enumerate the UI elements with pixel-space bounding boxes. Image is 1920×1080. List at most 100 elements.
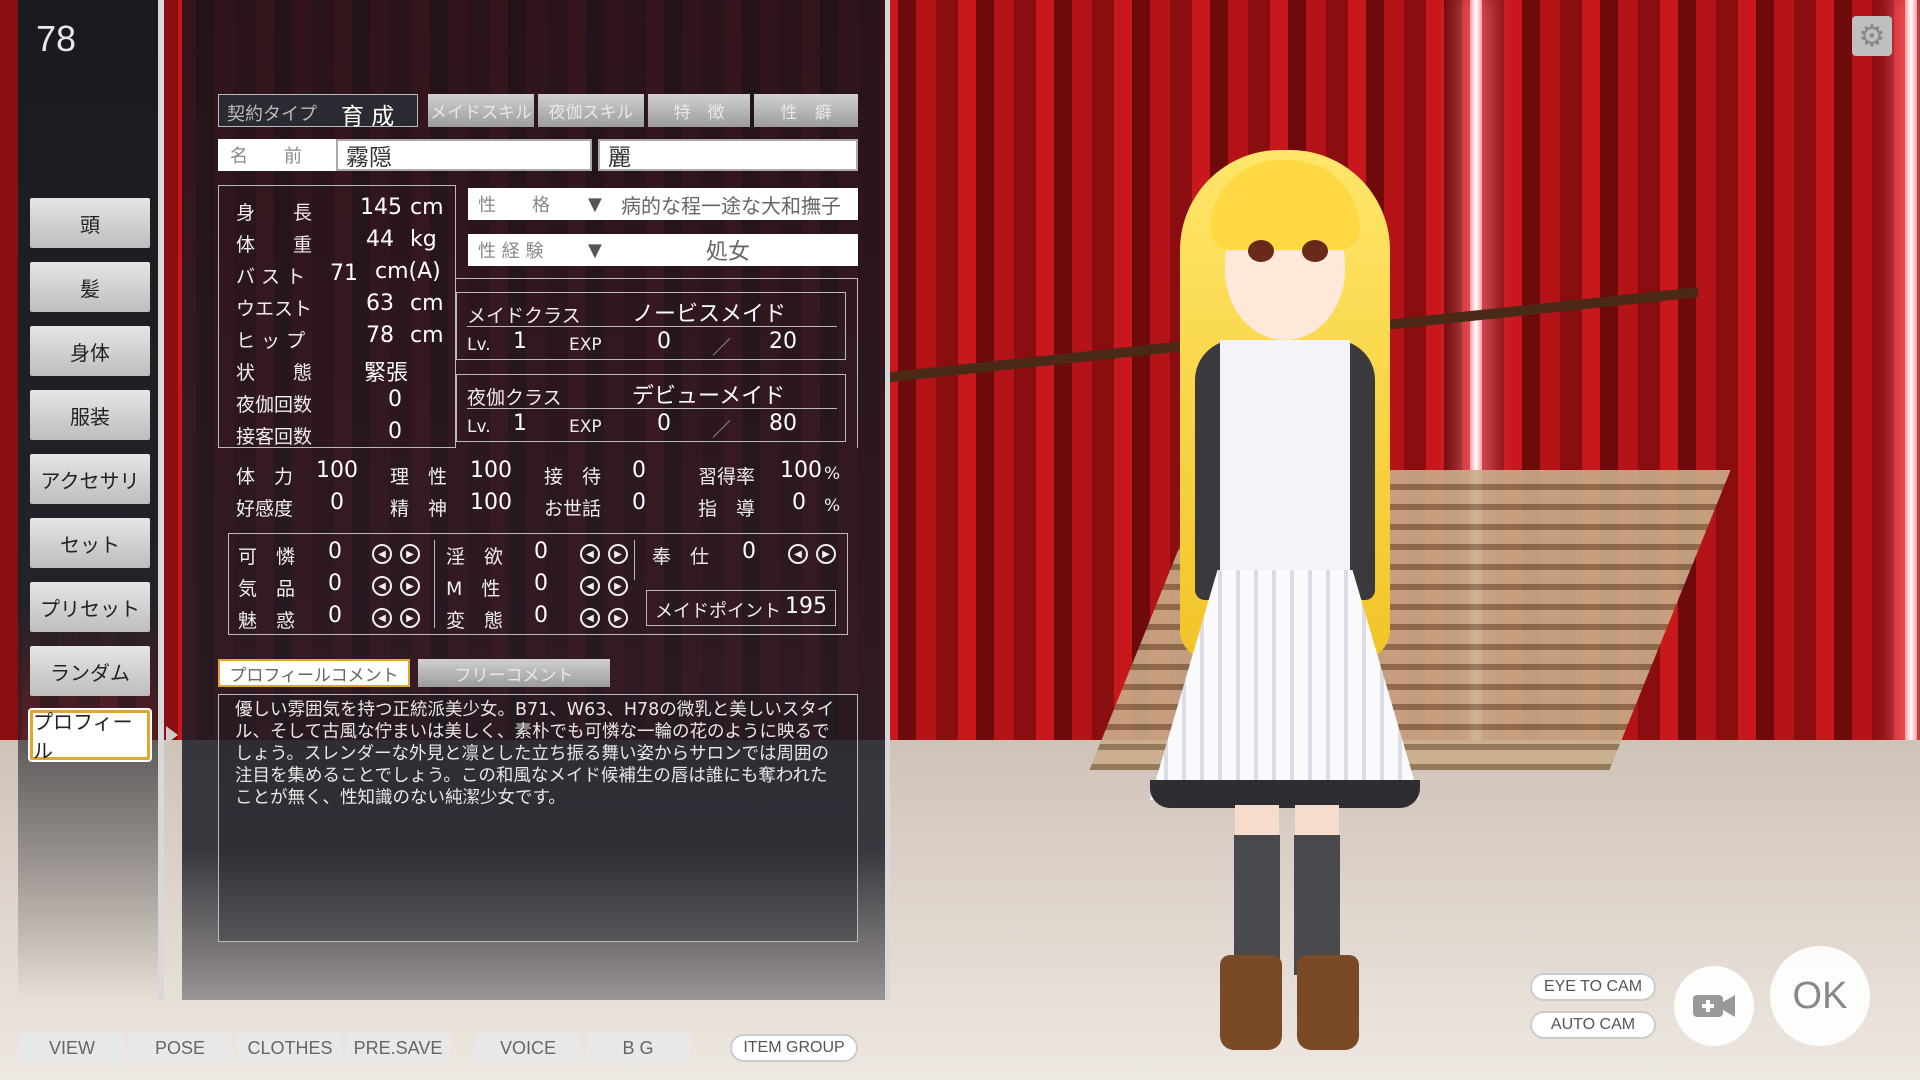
- trait-label: 奉 仕: [652, 546, 710, 568]
- increase-icon[interactable]: ▶: [400, 576, 420, 596]
- name-label: 名 前: [218, 139, 338, 171]
- trait-label: M 性: [446, 578, 501, 600]
- stat-label: 体 重: [236, 234, 313, 256]
- trait-value: 0: [328, 539, 342, 564]
- trait-label: 可 憐: [238, 546, 296, 568]
- light-beam: [1905, 0, 1917, 760]
- tab-night-skill[interactable]: 夜伽スキル: [538, 94, 644, 127]
- tab-fetish[interactable]: 性 癖: [754, 94, 858, 127]
- param-label: 指 導: [698, 498, 756, 520]
- maid-point-value: 195: [785, 594, 827, 619]
- stat-value: 78: [366, 323, 394, 348]
- trait-value: 0: [328, 571, 342, 596]
- personality-label: 性 格: [478, 195, 550, 216]
- stat-unit: cm: [410, 323, 444, 348]
- decrease-icon[interactable]: ◀: [580, 608, 600, 628]
- param-value: 0: [632, 490, 646, 515]
- stat-label: 夜伽回数: [236, 394, 313, 416]
- stat-value: 71: [330, 261, 358, 286]
- param-label: 習得率: [698, 466, 756, 488]
- trait-label: 気 品: [238, 578, 296, 600]
- stat-value: 44: [366, 227, 394, 252]
- tab-maid-skill[interactable]: メイドスキル: [428, 94, 534, 127]
- bg-button[interactable]: B G: [586, 1032, 690, 1064]
- param-value: 0: [330, 490, 344, 515]
- decrease-icon[interactable]: ◀: [372, 544, 392, 564]
- trait-label: 魅 惑: [238, 610, 296, 632]
- clothes-button[interactable]: CLOTHES: [238, 1032, 342, 1064]
- stat-value: 緊張: [364, 361, 409, 386]
- param-label: 好感度: [236, 498, 294, 520]
- personality-dropdown[interactable]: 性 格 ▼ 病的な程一途な大和撫子: [468, 188, 858, 220]
- exp-max: 80: [769, 411, 797, 436]
- maid-class-label: メイドクラス: [467, 305, 581, 327]
- decrease-icon[interactable]: ◀: [580, 576, 600, 596]
- param-unit: %: [824, 464, 841, 484]
- lv-value: 1: [513, 411, 527, 436]
- param-label: 接 待: [544, 466, 602, 488]
- decrease-icon[interactable]: ◀: [580, 544, 600, 564]
- param-value: 100: [470, 458, 512, 483]
- experience-dropdown[interactable]: 性 経 験 ▼ 処女: [468, 234, 858, 266]
- voice-button[interactable]: VOICE: [476, 1032, 580, 1064]
- param-label: 体 力: [236, 466, 294, 488]
- param-value: 100: [780, 458, 822, 483]
- divider: [434, 540, 435, 628]
- stat-value: 63: [366, 291, 394, 316]
- pre-save-button[interactable]: PRE.SAVE: [346, 1032, 450, 1064]
- increase-icon[interactable]: ▶: [400, 544, 420, 564]
- nav-accessory-button[interactable]: アクセサリ: [30, 454, 150, 504]
- decrease-icon[interactable]: ◀: [788, 544, 808, 564]
- exp-value: 0: [657, 329, 671, 354]
- increase-icon[interactable]: ▶: [816, 544, 836, 564]
- tab-traits[interactable]: 特 徴: [648, 94, 750, 127]
- eye-to-cam-button[interactable]: EYE TO CAM: [1530, 973, 1656, 1001]
- nav-set-button[interactable]: セット: [30, 518, 150, 568]
- panel-edge: [885, 0, 890, 1000]
- param-unit: %: [824, 496, 841, 516]
- param-value: 100: [316, 458, 358, 483]
- trait-value: 0: [534, 603, 548, 628]
- contract-type-box: 契約タイプ 育 成: [218, 94, 418, 130]
- trait-value: 0: [534, 571, 548, 596]
- last-name-field[interactable]: 霧隠: [336, 139, 592, 171]
- chevron-down-icon: ▼: [588, 239, 602, 261]
- increase-icon[interactable]: ▶: [608, 576, 628, 596]
- maid-class-value: ノービスメイド: [632, 302, 787, 327]
- nav-profile-button[interactable]: プロフィール: [30, 710, 150, 763]
- gear-icon[interactable]: ⚙: [1852, 16, 1892, 56]
- divider: [634, 540, 635, 580]
- tab-free-comment[interactable]: フリーコメント: [418, 659, 610, 687]
- increase-icon[interactable]: ▶: [608, 608, 628, 628]
- nav-random-button[interactable]: ランダム: [30, 646, 150, 696]
- first-name-field[interactable]: 麗: [598, 139, 858, 171]
- nav-hair-button[interactable]: 髪: [30, 262, 150, 312]
- maid-class-box: メイドクラス ノービスメイド Lv. 1 EXP 0 ／ 20: [456, 292, 846, 360]
- nav-preset-button[interactable]: プリセット: [30, 582, 150, 632]
- exp-separator: ／: [712, 337, 732, 359]
- stat-unit: cm(A): [375, 259, 441, 284]
- nav-body-button[interactable]: 身体: [30, 326, 150, 376]
- item-group-button[interactable]: ITEM GROUP: [730, 1034, 858, 1062]
- param-value: 0: [792, 490, 806, 515]
- profile-comment-text[interactable]: 優しい雰囲気を持つ正統派美少女。B71、W63、H78の微乳と美しいスタイル、そ…: [218, 694, 858, 942]
- ok-button[interactable]: OK: [1770, 946, 1870, 1046]
- auto-cam-button[interactable]: AUTO CAM: [1530, 1011, 1656, 1039]
- stat-label: 接客回数: [236, 426, 313, 448]
- decrease-icon[interactable]: ◀: [372, 576, 392, 596]
- stat-unit: kg: [410, 227, 437, 252]
- pose-button[interactable]: POSE: [128, 1032, 232, 1064]
- tab-profile-comment[interactable]: プロフィールコメント: [218, 659, 410, 687]
- view-button[interactable]: VIEW: [20, 1032, 124, 1064]
- increase-icon[interactable]: ▶: [400, 608, 420, 628]
- camera-add-button[interactable]: [1674, 966, 1754, 1046]
- stat-unit: cm: [410, 291, 444, 316]
- nav-head-button[interactable]: 頭: [30, 198, 150, 248]
- param-value: 100: [470, 490, 512, 515]
- exp-max: 20: [769, 329, 797, 354]
- trait-value: 0: [534, 539, 548, 564]
- nav-clothes-button[interactable]: 服装: [30, 390, 150, 440]
- increase-icon[interactable]: ▶: [608, 544, 628, 564]
- decrease-icon[interactable]: ◀: [372, 608, 392, 628]
- maid-point-label: メイドポイント: [655, 601, 781, 622]
